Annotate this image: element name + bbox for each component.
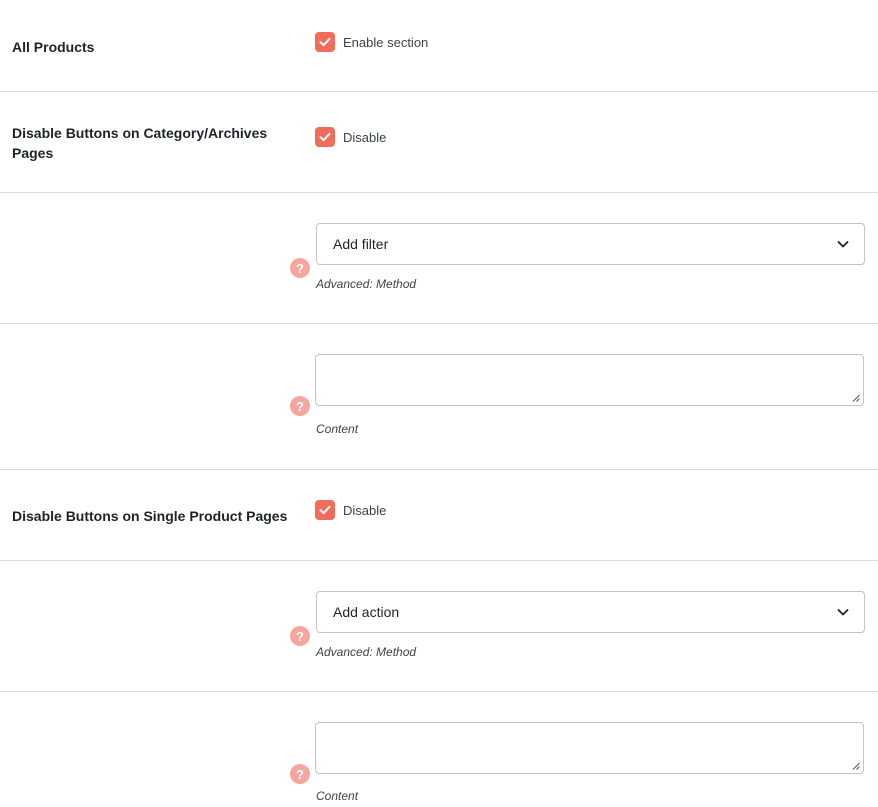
- single-product-label: Disable Buttons on Single Product Pages: [12, 508, 288, 524]
- category-method-description: Advanced: Method: [316, 277, 417, 291]
- chevron-down-icon: [837, 609, 849, 616]
- category-method-select[interactable]: Add filter: [316, 223, 865, 265]
- settings-row-single-method: Add action ? Advanced: Method: [0, 561, 878, 692]
- single-content-description: Content: [316, 789, 359, 803]
- single-method-value: Add action: [333, 604, 400, 620]
- all-products-label: All Products: [12, 39, 95, 55]
- settings-row-category-archives: Disable Buttons on Category/Archives Pag…: [0, 92, 878, 193]
- category-content-description: Content: [316, 422, 359, 436]
- single-method-select[interactable]: Add action: [316, 591, 865, 633]
- settings-row-single-product: Disable Buttons on Single Product Pages …: [0, 470, 878, 561]
- settings-row-category-method: Add filter ? Advanced: Method: [0, 193, 878, 324]
- chevron-down-icon: [837, 241, 849, 248]
- single-disable-field: Disable: [315, 500, 386, 520]
- single-method-description: Advanced: Method: [316, 645, 417, 659]
- single-disable-checkbox[interactable]: [315, 500, 335, 520]
- single-disable-label: Disable: [343, 502, 387, 518]
- resize-grip-icon[interactable]: [852, 394, 860, 402]
- checkmark-icon: [319, 37, 331, 47]
- enable-section-label: Enable section: [343, 34, 429, 50]
- checkmark-icon: [319, 132, 331, 142]
- checkmark-icon: [319, 505, 331, 515]
- settings-row-all-products: All Products Enable section: [0, 0, 878, 92]
- resize-grip-icon[interactable]: [852, 762, 860, 770]
- help-icon[interactable]: ?: [290, 764, 310, 784]
- help-icon[interactable]: ?: [290, 626, 310, 646]
- category-disable-field: Disable: [315, 127, 386, 147]
- single-content-textarea[interactable]: [315, 722, 864, 774]
- help-icon[interactable]: ?: [290, 396, 310, 416]
- category-method-value: Add filter: [333, 236, 389, 252]
- settings-row-single-content: ? Content: [0, 692, 878, 807]
- enable-section-field: Enable section: [315, 32, 428, 52]
- help-icon[interactable]: ?: [290, 258, 310, 278]
- category-disable-checkbox[interactable]: [315, 127, 335, 147]
- settings-form: All Products Enable section Disable Butt…: [0, 0, 878, 807]
- settings-row-category-content: ? Content: [0, 324, 878, 470]
- enable-section-checkbox[interactable]: [315, 32, 335, 52]
- category-archives-label: Disable Buttons on Category/Archives Pag…: [12, 125, 268, 161]
- category-content-textarea[interactable]: [315, 354, 864, 406]
- category-disable-label: Disable: [343, 129, 387, 145]
